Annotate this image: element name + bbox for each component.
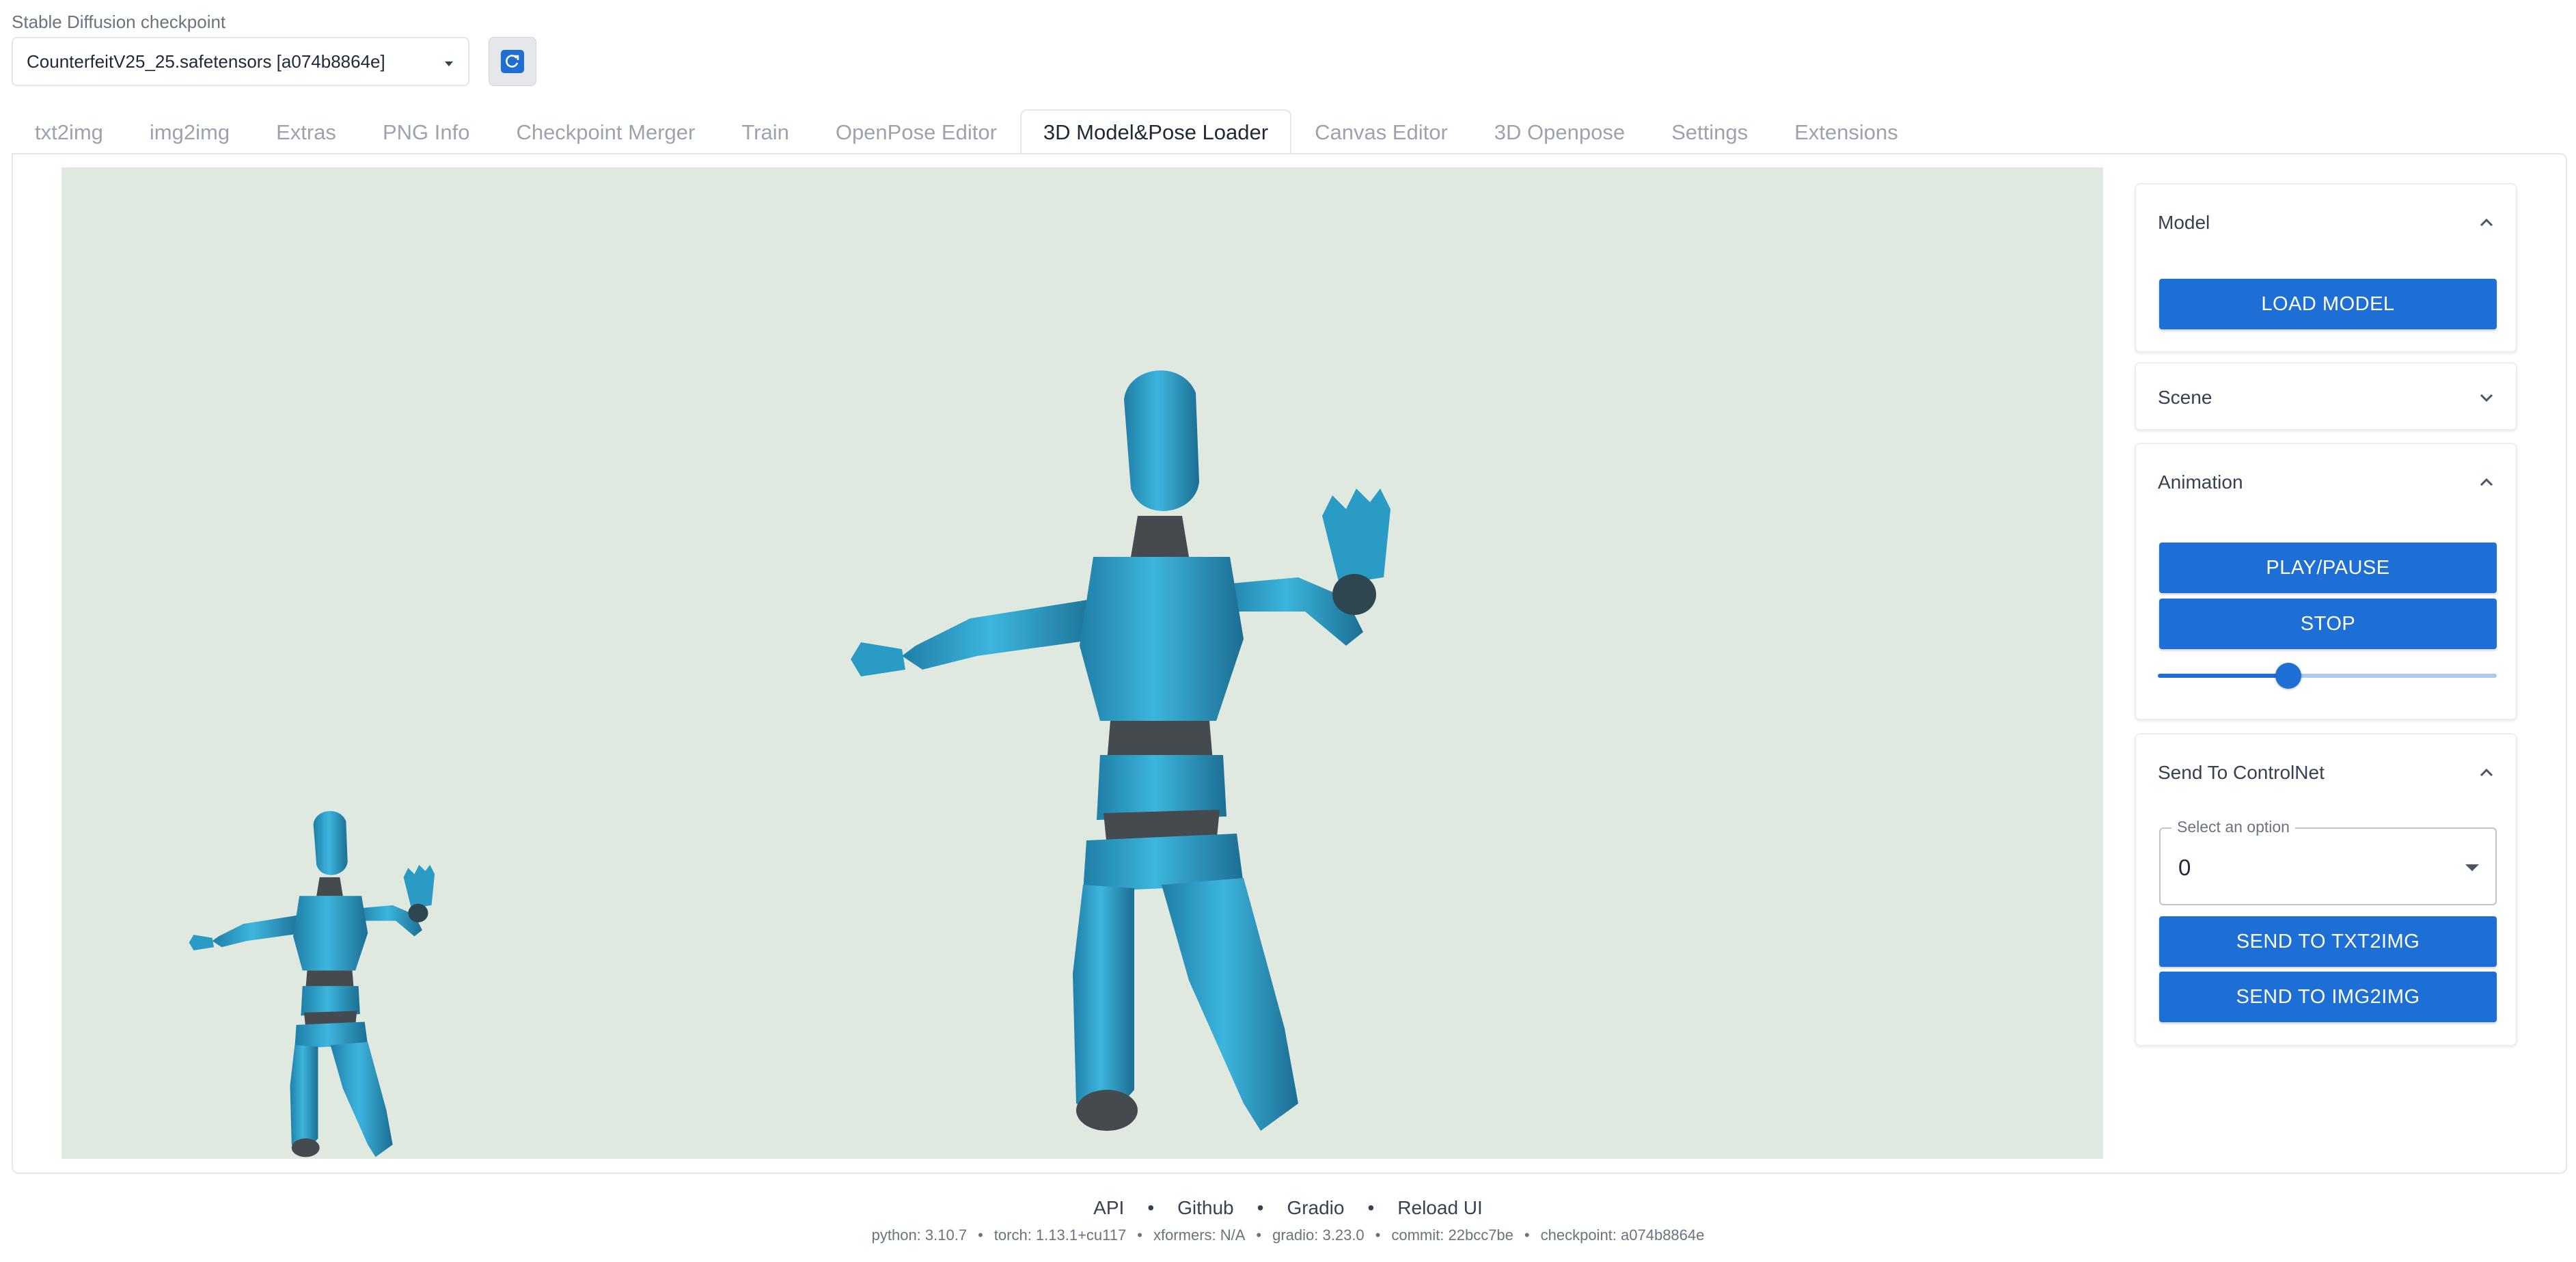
model-accordion: Model LOAD MODEL bbox=[2135, 183, 2517, 353]
select-value: 0 bbox=[2178, 855, 2191, 880]
checkpoint-value: CounterfeitV25_25.safetensors [a074b8864… bbox=[27, 51, 385, 72]
animation-accordion-header[interactable]: Animation bbox=[2136, 444, 2516, 521]
animation-progress-slider[interactable] bbox=[2158, 661, 2497, 689]
tab-bar: txt2img img2img Extras PNG Info Checkpoi… bbox=[12, 109, 1921, 154]
tab-txt2img[interactable]: txt2img bbox=[12, 109, 126, 154]
bullet-separator: • bbox=[1147, 1197, 1155, 1218]
controlnet-title: Send To ControlNet bbox=[2158, 762, 2325, 783]
chevron-up-icon bbox=[2480, 218, 2493, 227]
send-to-txt2img-button[interactable]: SEND TO TXT2IMG bbox=[2159, 916, 2497, 967]
bullet-separator: • bbox=[1375, 1226, 1381, 1244]
bullet-separator: • bbox=[1256, 1226, 1262, 1244]
caret-down-icon bbox=[2465, 864, 2479, 871]
tab-png-info[interactable]: PNG Info bbox=[359, 109, 493, 154]
mannequin-scene bbox=[189, 370, 1390, 1157]
refresh-checkpoint-button[interactable] bbox=[489, 37, 536, 86]
bullet-separator: • bbox=[978, 1226, 983, 1244]
tab-openpose-editor[interactable]: OpenPose Editor bbox=[812, 109, 1020, 154]
chevron-up-icon bbox=[2480, 768, 2493, 777]
footer-links: API • Github • Gradio • Reload UI bbox=[0, 1197, 2576, 1219]
footer-link-github[interactable]: Github bbox=[1177, 1197, 1234, 1219]
send-to-img2img-button[interactable]: SEND TO IMG2IMG bbox=[2159, 972, 2497, 1022]
footer-version-info: python: 3.10.7 • torch: 1.13.1+cu117 • x… bbox=[0, 1226, 2576, 1244]
animation-title: Animation bbox=[2158, 471, 2243, 493]
info-python: python: 3.10.7 bbox=[871, 1226, 968, 1244]
3d-viewport[interactable] bbox=[61, 167, 2103, 1159]
info-checkpoint: checkpoint: a074b8864e bbox=[1540, 1226, 1705, 1244]
footer-link-reload-ui[interactable]: Reload UI bbox=[1397, 1197, 1483, 1219]
scene-accordion-header[interactable]: Scene bbox=[2136, 363, 2516, 432]
scene-accordion: Scene bbox=[2135, 362, 2517, 430]
footer-link-gradio[interactable]: Gradio bbox=[1287, 1197, 1344, 1219]
caret-down-icon bbox=[445, 61, 453, 66]
info-commit: commit: 22bcc7be bbox=[1391, 1226, 1513, 1244]
tab-canvas-editor[interactable]: Canvas Editor bbox=[1291, 109, 1471, 154]
tab-extras[interactable]: Extras bbox=[253, 109, 359, 154]
select-legend: Select an option bbox=[2171, 818, 2295, 836]
bullet-separator: • bbox=[1257, 1197, 1264, 1218]
animation-accordion: Animation PLAY/PAUSE STOP bbox=[2135, 443, 2517, 720]
controlnet-option-select[interactable]: Select an option 0 bbox=[2159, 818, 2497, 905]
play-pause-button[interactable]: PLAY/PAUSE bbox=[2159, 543, 2497, 593]
slider-thumb[interactable] bbox=[2275, 663, 2301, 689]
controlnet-accordion-header[interactable]: Send To ControlNet bbox=[2136, 735, 2516, 811]
slider-fill bbox=[2158, 674, 2288, 678]
checkpoint-dropdown[interactable]: CounterfeitV25_25.safetensors [a074b8864… bbox=[12, 37, 469, 86]
tab-img2img[interactable]: img2img bbox=[126, 109, 253, 154]
footer-link-api[interactable]: API bbox=[1093, 1197, 1124, 1219]
model-title: Model bbox=[2158, 212, 2210, 233]
chevron-up-icon bbox=[2480, 478, 2493, 486]
tab-settings[interactable]: Settings bbox=[1648, 109, 1771, 154]
info-torch: torch: 1.13.1+cu117 bbox=[994, 1226, 1127, 1244]
tab-checkpoint-merger[interactable]: Checkpoint Merger bbox=[493, 109, 718, 154]
chevron-down-icon bbox=[2480, 394, 2493, 402]
tab-3d-model-pose-loader[interactable]: 3D Model&Pose Loader bbox=[1019, 109, 1292, 154]
bullet-separator: • bbox=[1524, 1226, 1530, 1244]
checkpoint-label: Stable Diffusion checkpoint bbox=[12, 12, 226, 32]
mannequin-large bbox=[851, 370, 1390, 1131]
mannequin-small bbox=[189, 811, 435, 1157]
scene-title: Scene bbox=[2158, 387, 2212, 408]
controlnet-accordion: Send To ControlNet Select an option 0 SE… bbox=[2135, 733, 2517, 1046]
bullet-separator: • bbox=[1137, 1226, 1142, 1244]
info-gradio: gradio: 3.23.0 bbox=[1272, 1226, 1365, 1244]
tab-3d-openpose[interactable]: 3D Openpose bbox=[1471, 109, 1648, 154]
model-accordion-header[interactable]: Model bbox=[2136, 184, 2516, 261]
refresh-icon bbox=[501, 50, 524, 73]
load-model-button[interactable]: LOAD MODEL bbox=[2159, 279, 2497, 329]
bullet-separator: • bbox=[1367, 1197, 1375, 1218]
info-xformers: xformers: N/A bbox=[1153, 1226, 1246, 1244]
stop-button[interactable]: STOP bbox=[2159, 599, 2497, 649]
tab-extensions[interactable]: Extensions bbox=[1771, 109, 1921, 154]
tab-train[interactable]: Train bbox=[718, 109, 812, 154]
